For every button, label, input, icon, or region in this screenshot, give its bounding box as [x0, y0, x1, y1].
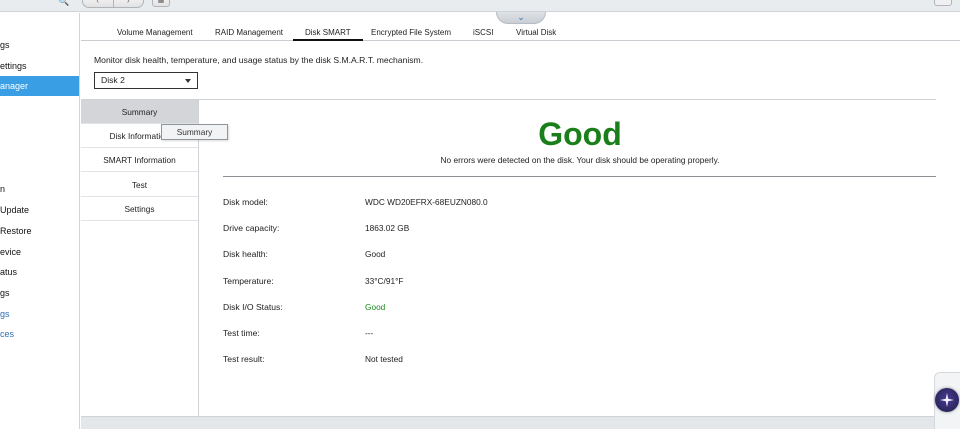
- nav-buttons: ‹ ›: [82, 0, 144, 8]
- detail-value: 1863.02 GB: [365, 223, 410, 233]
- scrollbar[interactable]: [936, 41, 960, 429]
- detail-value: Good: [365, 249, 386, 259]
- sidebar-item[interactable]: ces: [0, 324, 79, 344]
- disk-select-value: Disk 2: [101, 75, 125, 85]
- tab-bar: Volume Management RAID Management Disk S…: [81, 26, 960, 41]
- detail-label: Disk model:: [223, 197, 268, 207]
- disk-select[interactable]: Disk 2: [94, 72, 198, 89]
- detail-label: Disk health:: [223, 249, 268, 259]
- detail-label: Test result:: [223, 354, 265, 364]
- chevron-right-icon[interactable]: ›: [114, 0, 144, 7]
- sidebar-item[interactable]: evice: [0, 242, 79, 262]
- sparkle-icon[interactable]: [935, 388, 959, 412]
- detail-value: Good: [365, 302, 386, 312]
- tab-raid-management[interactable]: RAID Management: [215, 26, 283, 41]
- page-description: Monitor disk health, temperature, and us…: [94, 55, 424, 65]
- window-top-bar: [0, 0, 960, 12]
- submenu-item-smart-information[interactable]: SMART Information: [81, 148, 198, 172]
- chevron-down-icon[interactable]: ⌄: [496, 12, 546, 24]
- sidebar-item[interactable]: ettings: [0, 56, 79, 76]
- divider: [223, 176, 936, 177]
- sidebar-item[interactable]: gs: [0, 35, 79, 55]
- detail-value: 33°C/91°F: [365, 276, 404, 286]
- window-corner-button[interactable]: [934, 0, 952, 6]
- tooltip: Summary: [161, 124, 228, 140]
- sidebar-item[interactable]: gs: [0, 304, 79, 324]
- grid-icon[interactable]: ▦: [152, 0, 170, 7]
- smart-submenu: Summary Disk Information SMART Informati…: [81, 100, 199, 416]
- tab-disk-smart[interactable]: Disk SMART: [293, 26, 363, 41]
- sidebar-item[interactable]: Restore: [0, 221, 79, 241]
- sidebar-item[interactable]: gs: [0, 283, 79, 303]
- submenu-item-test[interactable]: Test: [81, 173, 198, 197]
- sidebar: gs ettings anager n Update Restore evice…: [0, 13, 80, 429]
- sidebar-item[interactable]: atus: [0, 262, 79, 282]
- health-status-title: Good: [538, 116, 622, 152]
- detail-label: Temperature:: [223, 276, 274, 286]
- tab-volume-management[interactable]: Volume Management: [117, 26, 193, 41]
- detail-value: ---: [365, 328, 374, 338]
- detail-value: WDC WD20EFRX-68EUZN080.0: [365, 197, 488, 207]
- detail-label: Disk I/O Status:: [223, 302, 283, 312]
- detail-label: Test time:: [223, 328, 260, 338]
- health-status-message: No errors were detected on the disk. You…: [440, 155, 720, 165]
- detail-value: Not tested: [365, 354, 403, 364]
- bottom-bar: [81, 416, 936, 429]
- submenu-item-summary[interactable]: Summary: [81, 100, 198, 124]
- chevron-left-icon[interactable]: ‹: [83, 0, 114, 7]
- search-icon[interactable]: 🔍: [58, 0, 69, 7]
- sidebar-item[interactable]: n: [0, 179, 79, 199]
- submenu-item-settings[interactable]: Settings: [81, 197, 198, 221]
- divider: [81, 99, 960, 100]
- tab-encrypted-file-system[interactable]: Encrypted File System: [371, 26, 451, 41]
- sidebar-item[interactable]: Update: [0, 200, 79, 220]
- tab-virtual-disk[interactable]: Virtual Disk: [516, 26, 556, 41]
- sidebar-item-storage-manager[interactable]: anager: [0, 76, 79, 96]
- tab-iscsi[interactable]: iSCSI: [473, 26, 493, 41]
- caret-down-icon: [185, 79, 191, 83]
- detail-label: Drive capacity:: [223, 223, 280, 233]
